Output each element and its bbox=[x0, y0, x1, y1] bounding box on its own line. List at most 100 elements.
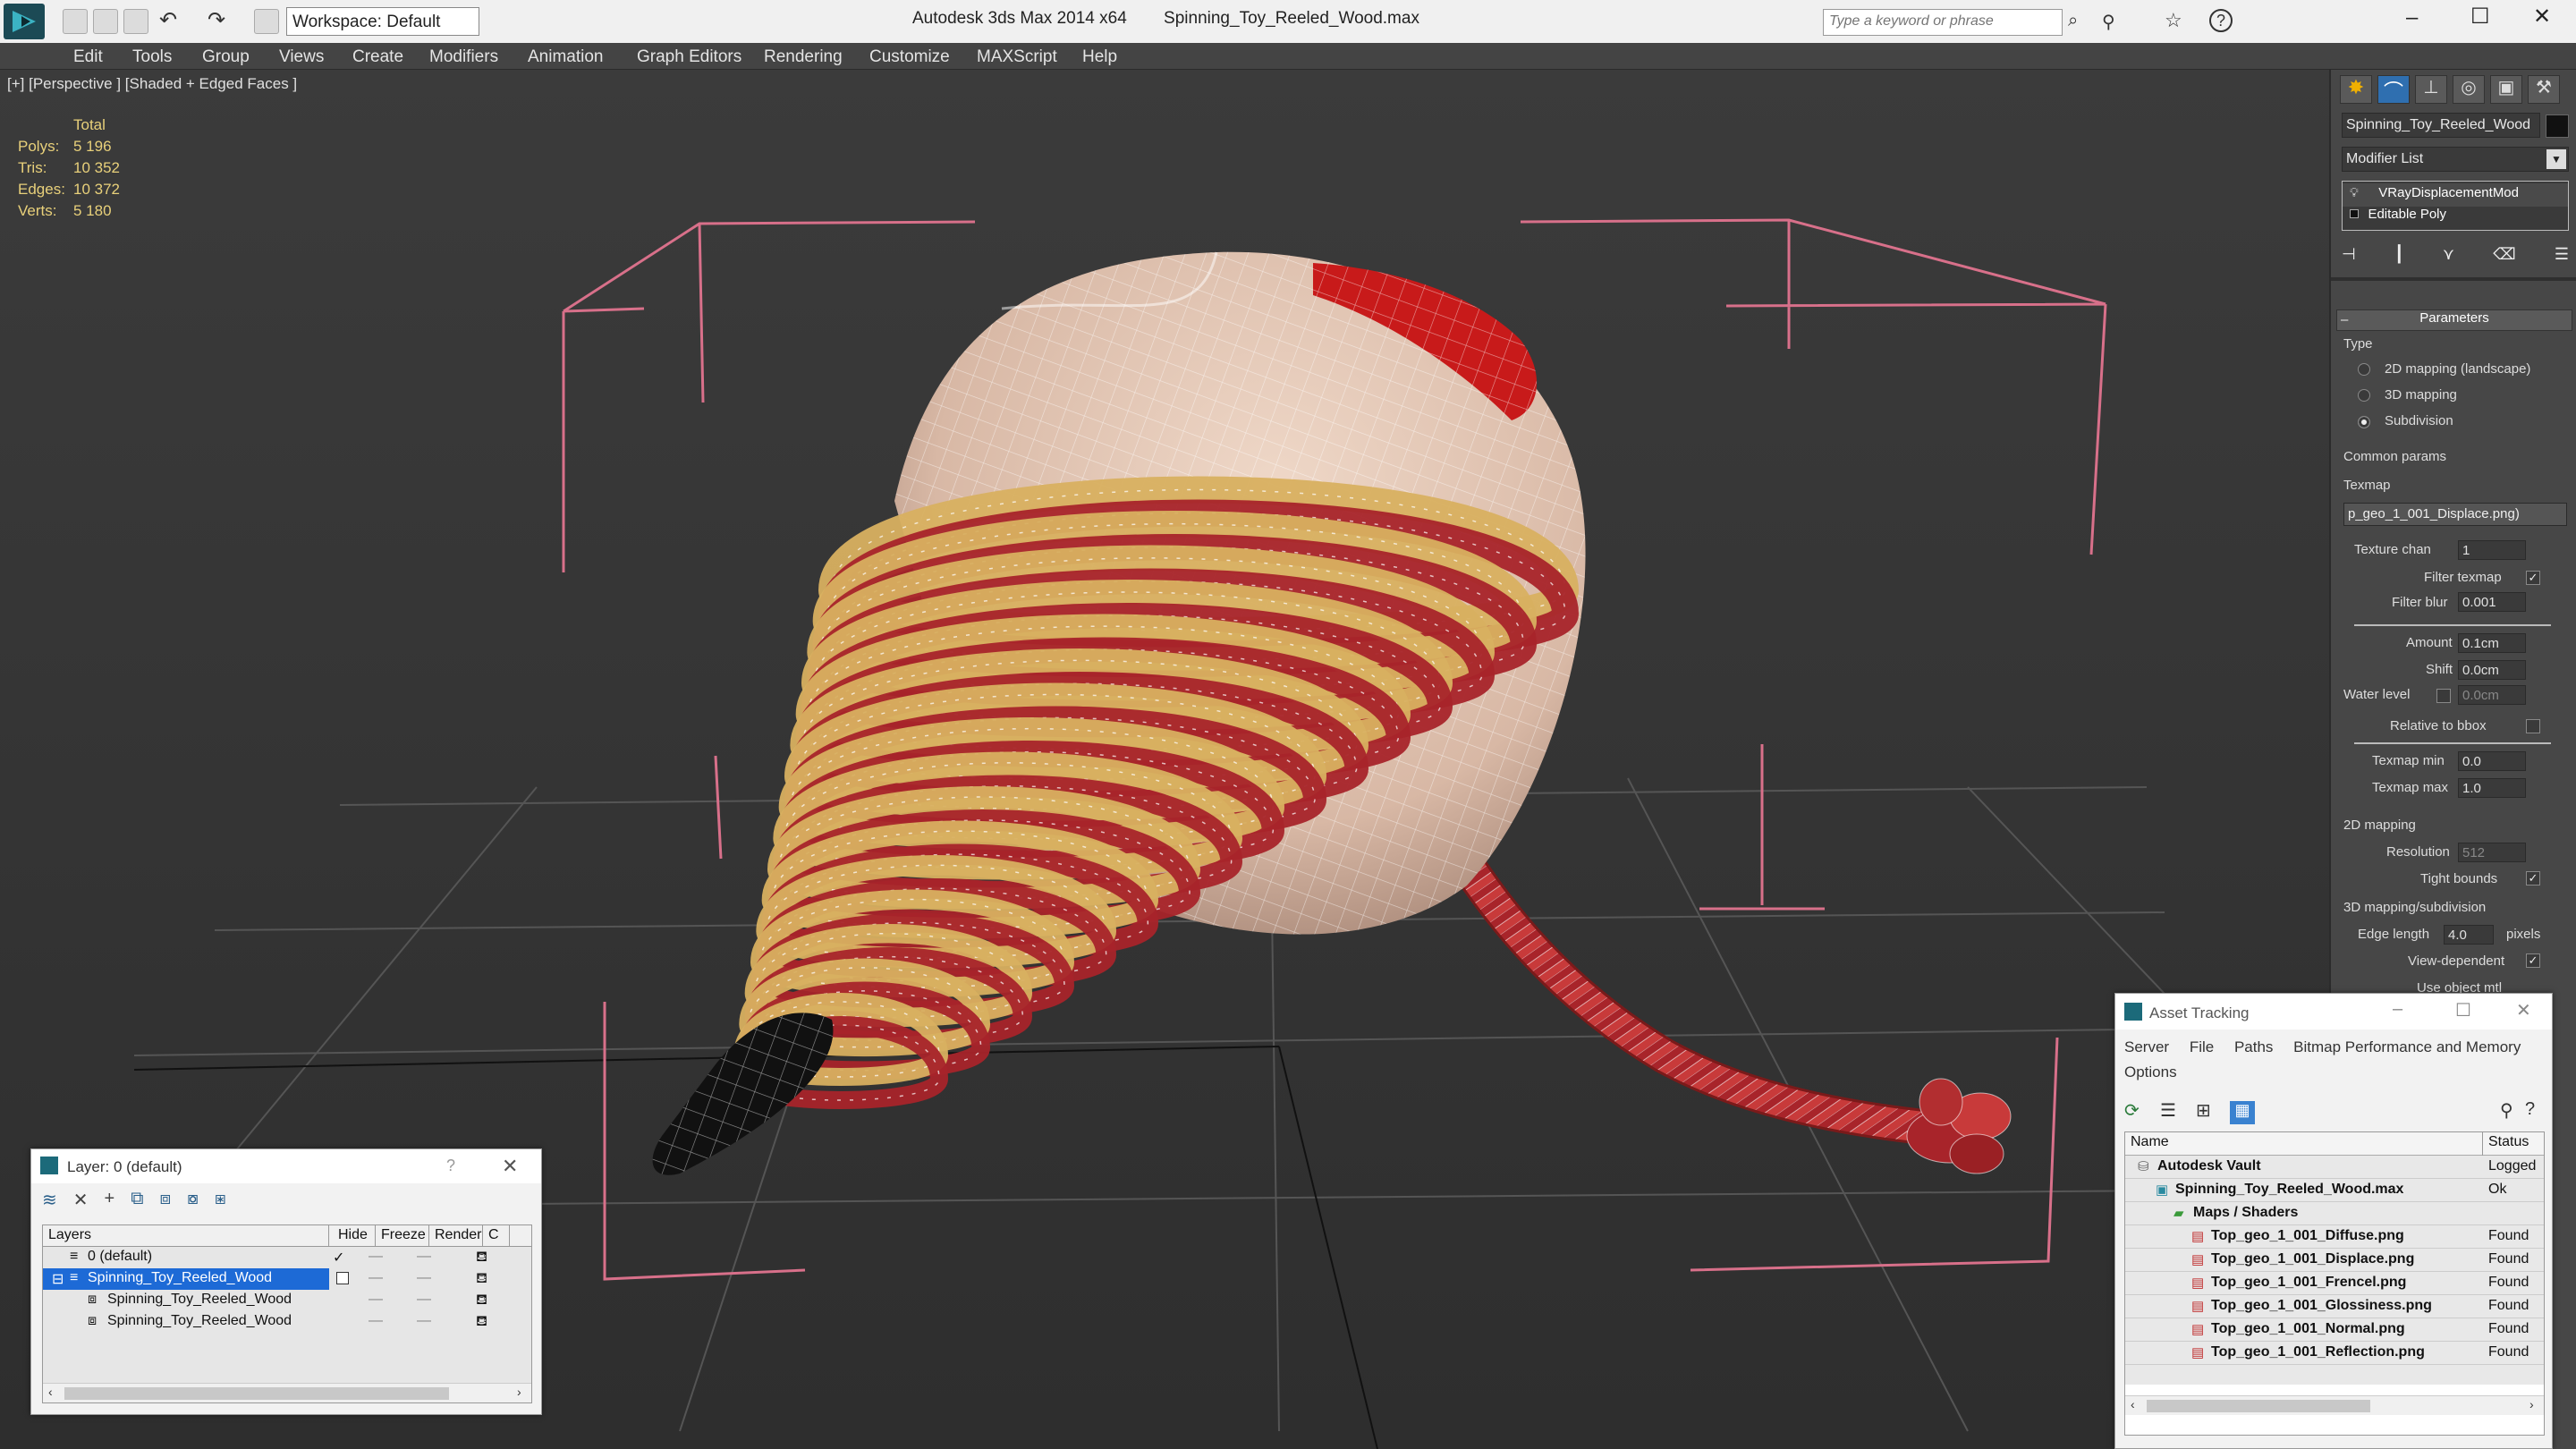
asset-row[interactable]: ▰ Maps / Shaders bbox=[2125, 1202, 2544, 1225]
shift-spinner[interactable]: 0.0cm bbox=[2458, 660, 2526, 680]
create-layer-icon[interactable]: ≋ bbox=[42, 1189, 57, 1216]
layer-row-default[interactable]: ≡ 0 (default) ✓ — — ⛾ bbox=[43, 1247, 531, 1268]
hide-toggle[interactable]: — bbox=[369, 1313, 383, 1329]
highlight-editable-icon[interactable]: ⚲ bbox=[2500, 1099, 2513, 1122]
select-objects-icon[interactable]: ⧉ bbox=[131, 1189, 143, 1216]
new-file-icon[interactable] bbox=[63, 9, 88, 34]
maximize-button[interactable]: ☐ bbox=[2470, 4, 2490, 30]
filter-texmap-checkbox[interactable]: ✓ bbox=[2526, 571, 2540, 585]
asset-row[interactable]: ▤ Top_geo_1_001_Glossiness.png Found bbox=[2125, 1295, 2544, 1318]
hide-toggle[interactable]: — bbox=[369, 1249, 383, 1265]
project-folder-icon[interactable] bbox=[254, 9, 279, 34]
open-file-icon[interactable] bbox=[93, 9, 118, 34]
scroll-right-icon[interactable]: › bbox=[517, 1385, 521, 1399]
asset-menu-server[interactable]: Server bbox=[2124, 1038, 2169, 1055]
column-hide[interactable]: Hide bbox=[333, 1225, 376, 1247]
water-level-checkbox[interactable] bbox=[2436, 689, 2451, 703]
radio-2d-mapping[interactable] bbox=[2358, 363, 2370, 376]
menu-rendering[interactable]: Rendering bbox=[764, 47, 843, 67]
layer-row-object[interactable]: ⧈ Spinning_Toy_Reeled_Wood — — ⛾ bbox=[43, 1311, 531, 1333]
texmap-max-spinner[interactable]: 1.0 bbox=[2458, 778, 2526, 798]
workspace-dropdown[interactable]: Workspace: Default bbox=[286, 7, 479, 36]
asset-maximize-button[interactable]: ☐ bbox=[2455, 999, 2471, 1021]
scroll-thumb[interactable] bbox=[2147, 1400, 2370, 1412]
configure-sets-icon[interactable]: ☰ bbox=[2555, 245, 2569, 272]
light-bulb-icon[interactable]: 💡︎ bbox=[2350, 185, 2359, 199]
communication-center-icon[interactable]: ⚲ bbox=[2102, 11, 2115, 33]
texmap-button[interactable]: p_geo_1_001_Displace.png) bbox=[2343, 503, 2567, 526]
modify-tab-icon[interactable]: ⌒ bbox=[2377, 75, 2410, 104]
modifier-list-dropdown[interactable]: Modifier List ▼ bbox=[2342, 147, 2569, 172]
asset-menu-file[interactable]: File bbox=[2190, 1038, 2214, 1055]
help-icon[interactable]: ? bbox=[2209, 9, 2233, 32]
render-teapot-icon[interactable]: ⛾ bbox=[476, 1313, 487, 1331]
asset-window-titlebar[interactable]: Asset Tracking – ☐ ✕ bbox=[2115, 994, 2552, 1030]
freeze-toggle[interactable]: — bbox=[417, 1270, 431, 1286]
resolution-spinner[interactable]: 512 bbox=[2458, 843, 2526, 862]
display-tab-icon[interactable]: ▣ bbox=[2490, 75, 2522, 104]
highlight-layer-icon[interactable]: ⧈ bbox=[160, 1189, 172, 1216]
texmap-min-spinner[interactable]: 0.0 bbox=[2458, 751, 2526, 771]
filter-blur-spinner[interactable]: 0.001 bbox=[2458, 592, 2526, 612]
remove-modifier-icon[interactable]: ⌫ bbox=[2493, 245, 2515, 272]
create-tab-icon[interactable]: ✸ bbox=[2340, 75, 2372, 104]
tight-bounds-checkbox[interactable]: ✓ bbox=[2526, 871, 2540, 886]
layer-help-icon[interactable]: ? bbox=[446, 1157, 455, 1175]
menu-create[interactable]: Create bbox=[352, 47, 403, 67]
hierarchy-tab-icon[interactable]: ⊥ bbox=[2415, 75, 2447, 104]
column-layers[interactable]: Layers bbox=[43, 1225, 329, 1247]
stack-item-vray-displacement[interactable]: 💡︎ VRayDisplacementMod bbox=[2343, 183, 2568, 207]
table-view-icon[interactable]: ▦ bbox=[2230, 1101, 2255, 1124]
save-file-icon[interactable] bbox=[123, 9, 148, 34]
menu-graph-editors[interactable]: Graph Editors bbox=[637, 47, 741, 67]
make-unique-icon[interactable]: ⋎ bbox=[2443, 245, 2454, 272]
asset-horizontal-scrollbar[interactable]: ‹ › bbox=[2125, 1395, 2544, 1415]
app-logo-icon[interactable] bbox=[4, 4, 45, 39]
scroll-thumb[interactable] bbox=[64, 1387, 449, 1400]
menu-tools[interactable]: Tools bbox=[132, 47, 172, 67]
asset-row[interactable]: ⛁ Autodesk Vault Logged bbox=[2125, 1156, 2544, 1179]
motion-tab-icon[interactable]: ◎ bbox=[2453, 75, 2485, 104]
asset-row[interactable]: ▤ Top_geo_1_001_Frencel.png Found bbox=[2125, 1272, 2544, 1295]
layer-horizontal-scrollbar[interactable]: ‹ › bbox=[43, 1383, 531, 1402]
column-color[interactable]: C bbox=[483, 1225, 510, 1247]
active-layer-check-icon[interactable]: ✓ bbox=[333, 1249, 344, 1267]
layer-window-titlebar[interactable]: Layer: 0 (default) ? ✕ bbox=[31, 1149, 541, 1183]
hide-toggle[interactable]: — bbox=[369, 1270, 383, 1286]
object-name-field[interactable]: Spinning_Toy_Reeled_Wood bbox=[2342, 113, 2540, 138]
binoculars-icon[interactable]: ⌕ bbox=[2068, 11, 2078, 31]
column-status[interactable]: Status bbox=[2483, 1132, 2544, 1156]
edge-length-spinner[interactable]: 4.0 bbox=[2444, 925, 2494, 945]
asset-row[interactable]: ▤ Top_geo_1_001_Diffuse.png Found bbox=[2125, 1225, 2544, 1249]
layer-row-object[interactable]: ⧈ Spinning_Toy_Reeled_Wood — — ⛾ bbox=[43, 1290, 531, 1311]
texture-chan-spinner[interactable]: 1 bbox=[2458, 540, 2526, 560]
menu-maxscript[interactable]: MAXScript bbox=[977, 47, 1057, 67]
favorites-star-icon[interactable]: ☆ bbox=[2165, 9, 2182, 32]
hide-all-icon[interactable]: ⧇ bbox=[187, 1189, 199, 1216]
menu-views[interactable]: Views bbox=[279, 47, 324, 67]
amount-spinner[interactable]: 0.1cm bbox=[2458, 633, 2526, 653]
render-teapot-icon[interactable]: ⛾ bbox=[476, 1249, 487, 1267]
search-input[interactable] bbox=[1829, 13, 2053, 30]
tree-view-icon[interactable]: ⊞ bbox=[2196, 1099, 2211, 1122]
pin-stack-icon[interactable]: ⊣ bbox=[2342, 245, 2356, 272]
menu-group[interactable]: Group bbox=[202, 47, 250, 67]
layer-close-button[interactable]: ✕ bbox=[502, 1155, 518, 1178]
view-dependent-checkbox[interactable]: ✓ bbox=[2526, 953, 2540, 968]
column-render[interactable]: Render bbox=[429, 1225, 483, 1247]
object-color-swatch[interactable] bbox=[2546, 114, 2569, 138]
expand-icon[interactable] bbox=[2350, 209, 2359, 218]
freeze-toggle[interactable]: — bbox=[417, 1313, 431, 1329]
freeze-all-icon[interactable]: ⧆ bbox=[215, 1189, 226, 1216]
asset-menu-options[interactable]: Options bbox=[2124, 1063, 2177, 1080]
asset-minimize-button[interactable]: – bbox=[2393, 999, 2402, 1020]
menu-modifiers[interactable]: Modifiers bbox=[429, 47, 498, 67]
asset-row[interactable]: ▤ Top_geo_1_001_Reflection.png Found bbox=[2125, 1342, 2544, 1365]
utilities-tab-icon[interactable]: ⚒ bbox=[2528, 75, 2560, 104]
add-to-layer-icon[interactable]: + bbox=[105, 1189, 115, 1216]
menu-help[interactable]: Help bbox=[1082, 47, 1117, 67]
asset-help-icon[interactable]: ? bbox=[2525, 1099, 2535, 1120]
radio-3d-mapping[interactable] bbox=[2358, 389, 2370, 402]
column-name[interactable]: Name bbox=[2125, 1132, 2483, 1156]
stack-item-editable-poly[interactable]: Editable Poly bbox=[2343, 205, 2568, 228]
